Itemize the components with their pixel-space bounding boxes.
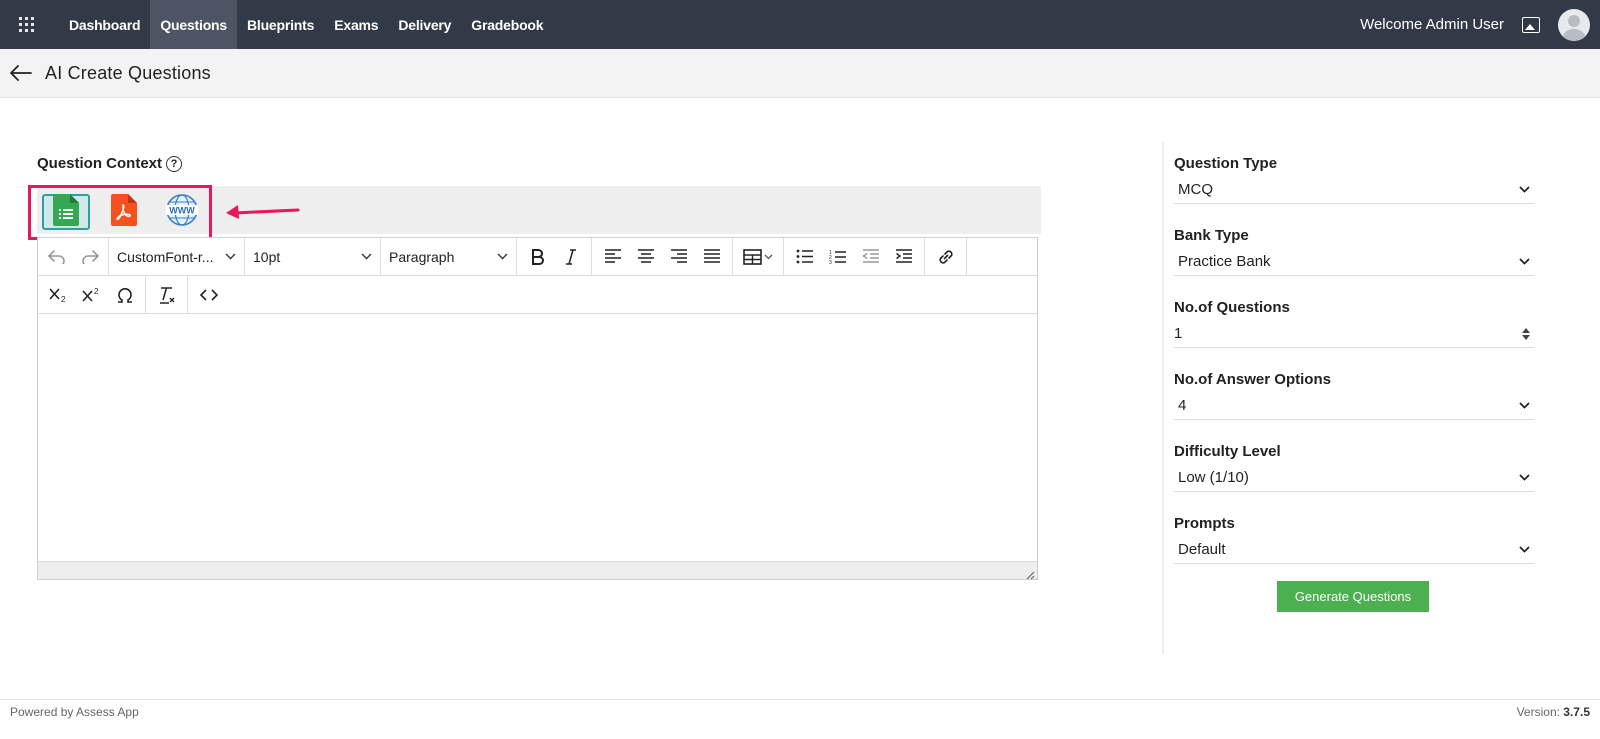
prompts-label: Prompts — [1174, 514, 1235, 532]
back-arrow-icon[interactable] — [10, 63, 34, 83]
svg-text:3: 3 — [829, 260, 832, 265]
nav-blueprints[interactable]: Blueprints — [237, 0, 324, 49]
chevron-down-icon — [1519, 258, 1530, 265]
numbered-list-icon[interactable]: 123 — [821, 242, 854, 272]
highlight-box — [28, 185, 212, 240]
special-character-icon[interactable] — [108, 280, 141, 310]
font-size-select[interactable]: 10pt — [245, 238, 381, 275]
font-family-select[interactable]: CustomFont-r... — [109, 238, 245, 275]
svg-text:2: 2 — [61, 295, 66, 303]
num-options-value: 4 — [1178, 397, 1187, 414]
nav-questions[interactable]: Questions — [150, 0, 237, 49]
difficulty-select[interactable]: Low (1/10) — [1174, 464, 1534, 492]
chevron-down-icon — [1519, 546, 1530, 553]
number-spinner[interactable] — [1522, 327, 1530, 340]
welcome-text: Welcome Admin User — [1360, 16, 1504, 33]
block-format-value: Paragraph — [389, 248, 455, 265]
version-label: Version: — [1516, 705, 1560, 719]
font-size-value: 10pt — [253, 248, 281, 265]
align-left-icon[interactable] — [596, 242, 629, 272]
annotation-arrow — [224, 200, 300, 224]
editor-status-bar — [38, 561, 1037, 580]
chevron-down-icon — [1519, 474, 1530, 481]
footer: Powered by Assess App Version: 3.7.5 — [0, 699, 1600, 739]
powered-by-text: Powered by Assess App — [10, 705, 139, 719]
redo-icon[interactable] — [73, 242, 106, 272]
num-questions-label: No.of Questions — [1174, 298, 1290, 316]
nav-exams[interactable]: Exams — [324, 0, 388, 49]
main-nav: Dashboard Questions Blueprints Exams Del… — [59, 0, 553, 49]
editor-content-area[interactable] — [38, 315, 1037, 562]
outdent-icon[interactable] — [854, 242, 887, 272]
bank-type-label: Bank Type — [1174, 226, 1249, 244]
image-icon[interactable] — [1522, 16, 1540, 33]
page-header: AI Create Questions — [0, 49, 1600, 98]
help-icon[interactable]: ? — [166, 155, 183, 172]
num-questions-input[interactable]: 1 — [1174, 320, 1534, 348]
bank-type-value: Practice Bank — [1178, 253, 1271, 270]
resize-handle-icon[interactable] — [1025, 567, 1035, 580]
editor-toolbar-row-1: CustomFont-r... 10pt Paragraph 1 2 3 — [38, 238, 1037, 276]
chevron-down-icon — [1519, 186, 1530, 193]
num-questions-value: 1 — [1174, 325, 1183, 342]
italic-icon[interactable] — [554, 242, 587, 272]
bullet-list-icon[interactable] — [788, 242, 821, 272]
question-type-select[interactable]: MCQ — [1174, 176, 1534, 204]
generate-questions-button[interactable]: Generate Questions — [1277, 581, 1429, 612]
chevron-down-icon — [497, 253, 508, 260]
num-options-select[interactable]: 4 — [1174, 392, 1534, 420]
difficulty-value: Low (1/10) — [1178, 469, 1249, 486]
version-text: Version: 3.7.5 — [1517, 705, 1590, 719]
font-family-value: CustomFont-r... — [117, 248, 214, 265]
link-icon[interactable] — [929, 242, 962, 272]
source-code-icon[interactable] — [192, 280, 225, 310]
align-justify-icon[interactable] — [695, 242, 728, 272]
svg-text:2: 2 — [94, 287, 99, 296]
version-number: 3.7.5 — [1563, 705, 1590, 719]
align-right-icon[interactable] — [662, 242, 695, 272]
rich-text-editor: CustomFont-r... 10pt Paragraph 1 2 3 2 2 — [37, 237, 1038, 580]
nav-delivery[interactable]: Delivery — [388, 0, 461, 49]
bold-icon[interactable] — [521, 242, 554, 272]
difficulty-label: Difficulty Level — [1174, 442, 1281, 460]
settings-panel: Question Type MCQ Bank Type Practice Ban… — [1174, 150, 1534, 582]
prompts-value: Default — [1178, 541, 1226, 558]
superscript-icon[interactable]: 2 — [75, 280, 108, 310]
panel-divider — [1162, 142, 1164, 654]
question-type-label: Question Type — [1174, 154, 1278, 172]
nav-dashboard[interactable]: Dashboard — [59, 0, 150, 49]
question-context-text: Question Context — [37, 155, 163, 172]
question-context-label: Question Context ? — [37, 155, 183, 172]
subscript-icon[interactable]: 2 — [42, 280, 75, 310]
question-type-value: MCQ — [1178, 181, 1213, 198]
clear-formatting-icon[interactable] — [150, 280, 183, 310]
bank-type-select[interactable]: Practice Bank — [1174, 248, 1534, 276]
editor-toolbar-row-2: 2 2 — [38, 276, 1037, 314]
chevron-down-icon — [225, 253, 236, 260]
apps-menu-icon[interactable] — [0, 0, 52, 49]
align-center-icon[interactable] — [629, 242, 662, 272]
undo-icon[interactable] — [40, 242, 73, 272]
block-format-select[interactable]: Paragraph — [381, 238, 517, 275]
chevron-down-icon — [1519, 402, 1530, 409]
spinner-up-icon[interactable] — [1522, 327, 1530, 333]
nav-gradebook[interactable]: Gradebook — [461, 0, 553, 49]
user-avatar[interactable] — [1558, 8, 1590, 41]
indent-icon[interactable] — [887, 242, 920, 272]
num-options-label: No.of Answer Options — [1174, 370, 1331, 388]
page-title: AI Create Questions — [45, 62, 211, 83]
table-icon[interactable] — [737, 242, 779, 272]
chevron-down-icon — [361, 253, 372, 260]
prompts-select[interactable]: Default — [1174, 536, 1534, 564]
spinner-down-icon[interactable] — [1522, 334, 1530, 340]
top-navbar: Dashboard Questions Blueprints Exams Del… — [0, 0, 1600, 49]
